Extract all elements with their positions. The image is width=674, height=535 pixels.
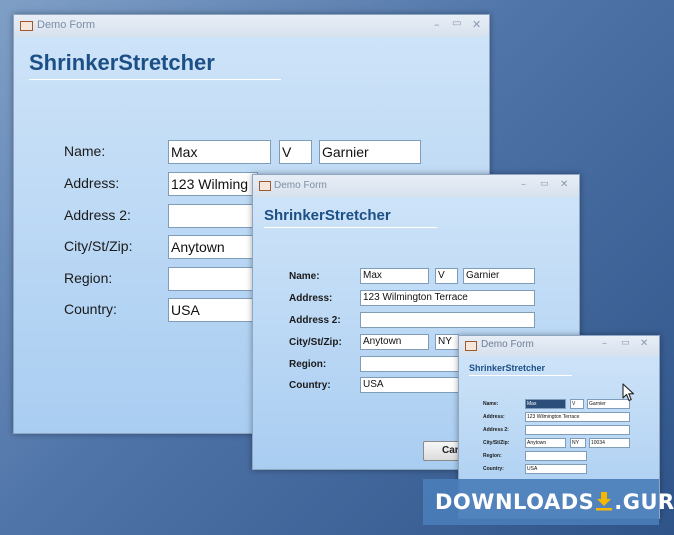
city-field[interactable]: Anytown [360,334,429,350]
name-label: Name: [483,401,499,407]
address2-label: Address 2: [64,207,131,223]
region-field[interactable] [360,356,460,372]
country-field[interactable]: USA [168,298,258,322]
form-icon [20,21,33,31]
middle-initial-field[interactable]: V [570,399,584,409]
name-label: Name: [64,143,106,159]
maximize-button[interactable]: ▭ [621,338,630,348]
close-button[interactable]: ✕ [472,18,481,31]
maximize-button[interactable]: ▭ [452,18,461,29]
zip-field[interactable]: 10034 [589,438,630,448]
address-field[interactable]: 123 Wilming [168,172,258,196]
address-field[interactable]: 123 Wilmington Terrace [525,412,630,422]
address2-field[interactable] [168,204,258,228]
downloads-guru-watermark: DOWNLOADS .GURU [423,479,674,525]
address2-field[interactable] [360,312,535,328]
first-name-field[interactable]: Max [525,399,566,409]
region-field[interactable] [525,451,587,461]
title-underline [29,79,281,80]
close-button[interactable]: ✕ [560,179,568,190]
state-field[interactable]: NY [570,438,586,448]
title-underline [469,375,572,376]
address2-field[interactable] [525,425,630,435]
watermark-left-text: DOWNLOADS [435,490,595,514]
address-label: Address: [64,175,120,191]
region-label: Region: [483,453,502,459]
cancel-button[interactable]: Canc [423,441,463,461]
address-label: Address: [483,414,505,420]
minimize-button[interactable]: – [434,18,440,31]
country-label: Country: [64,301,117,317]
middle-initial-field[interactable]: V [435,268,458,284]
title-bar[interactable]: Demo Form – ▭ ✕ [253,175,579,197]
close-button[interactable]: ✕ [640,338,648,349]
window-title: Demo Form [481,339,534,350]
mouse-pointer-icon [622,383,635,402]
address2-label: Address 2: [483,427,509,433]
title-bar[interactable]: Demo Form – ▭ ✕ [459,336,659,356]
form-title: ShrinkerStretcher [29,50,215,75]
minimize-button[interactable]: – [521,179,526,190]
watermark-right-text: .GURU [614,490,674,514]
region-field[interactable] [168,267,258,291]
region-label: Region: [289,359,327,370]
first-name-field[interactable]: Max [360,268,429,284]
middle-initial-field[interactable]: V [279,140,312,164]
country-label: Country: [289,380,331,391]
last-name-field[interactable]: Garnier [319,140,421,164]
city-label: City/St/Zip: [483,440,510,446]
minimize-button[interactable]: – [602,338,607,349]
address2-label: Address 2: [289,315,341,326]
download-arrow-icon [595,479,613,525]
form-icon [465,341,477,351]
region-label: Region: [64,270,113,286]
window-title: Demo Form [37,19,96,31]
first-name-field[interactable]: Max [168,140,271,164]
name-label: Name: [289,271,320,282]
city-label: City/St/Zip: [64,238,133,254]
country-field[interactable]: USA [525,464,587,474]
state-field[interactable]: NY [435,334,459,350]
country-label: Country: [483,466,504,472]
country-field[interactable]: USA [360,377,460,393]
title-bar[interactable]: Demo Form – ▭ ✕ [14,15,489,37]
window-title: Demo Form [274,180,327,191]
title-underline [264,227,437,228]
city-field[interactable]: Anytown [525,438,566,448]
city-field[interactable]: Anytown [168,235,258,259]
address-field[interactable]: 123 Wilmington Terrace [360,290,535,306]
address-label: Address: [289,293,333,304]
form-icon [259,181,271,191]
last-name-field[interactable]: Garnier [463,268,535,284]
form-title: ShrinkerStretcher [469,363,546,373]
maximize-button[interactable]: ▭ [540,179,549,189]
city-label: City/St/Zip: [289,337,342,348]
form-title: ShrinkerStretcher [264,207,391,224]
